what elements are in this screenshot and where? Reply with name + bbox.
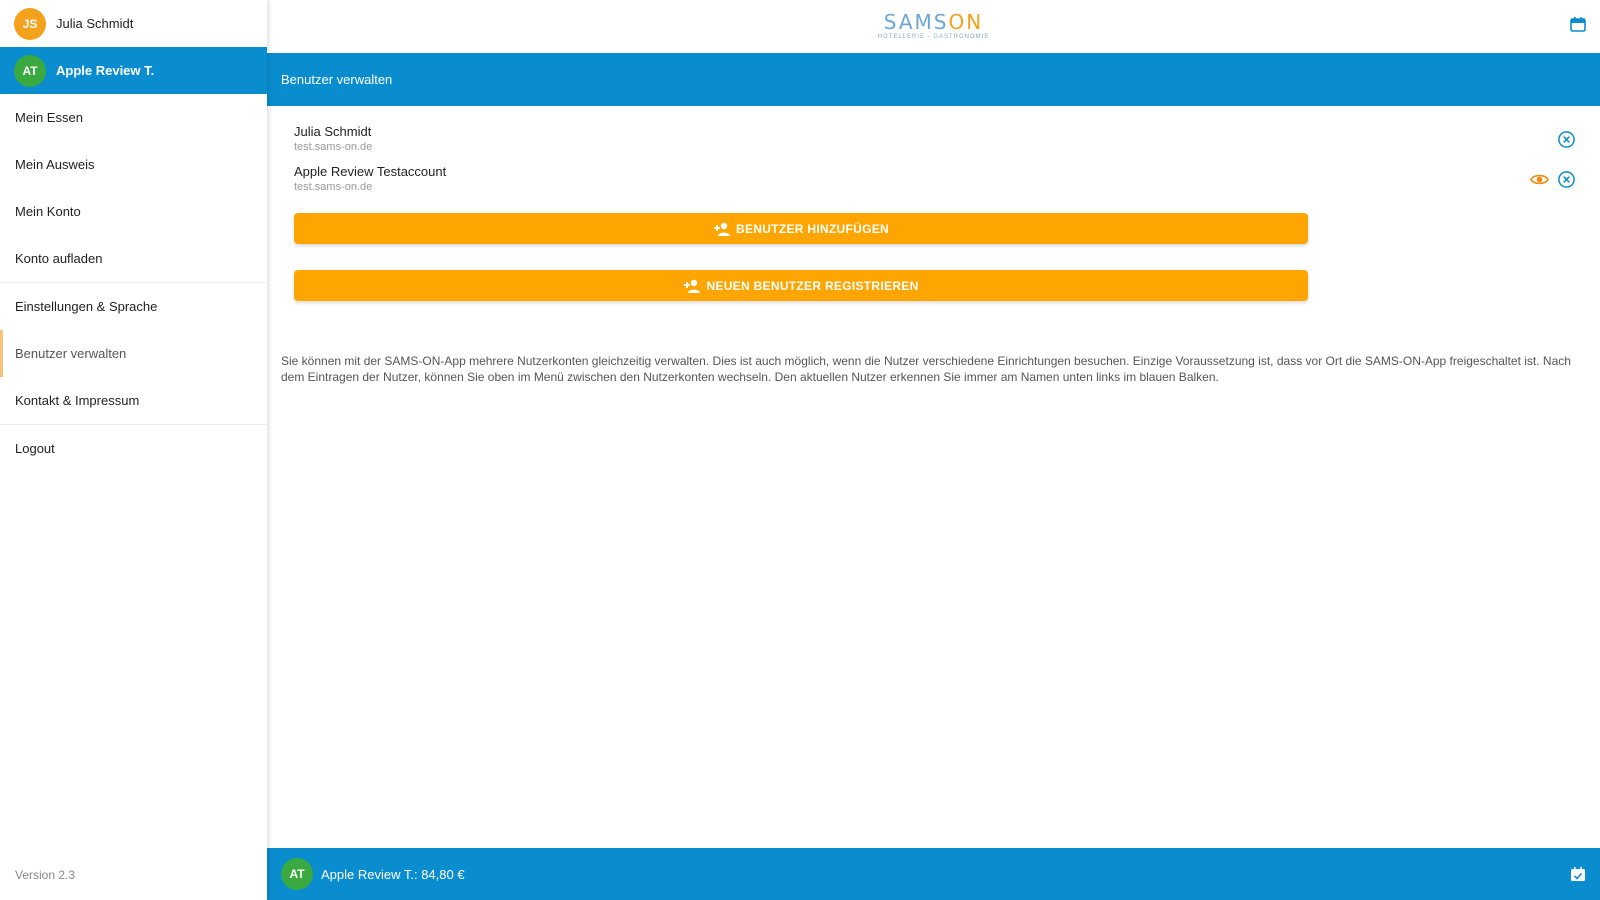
version-label: Version 2.3 bbox=[15, 868, 76, 882]
register-user-button[interactable]: NEUEN BENUTZER REGISTRIEREN bbox=[294, 270, 1308, 301]
bottom-bar: AT Apple Review T.: 84,80 € bbox=[267, 848, 1600, 900]
menu-item-logout[interactable]: Logout bbox=[0, 425, 267, 472]
avatar: AT bbox=[14, 54, 46, 87]
add-user-button[interactable]: BENUTZER HINZUFÜGEN bbox=[294, 213, 1308, 244]
menu-item-einstellungen[interactable]: Einstellungen & Sprache bbox=[0, 283, 267, 330]
add-user-label: BENUTZER HINZUFÜGEN bbox=[735, 221, 890, 236]
add-user-icon bbox=[713, 222, 730, 236]
sidebar: JS Julia Schmidt AT Apple Review T. Mein… bbox=[0, 0, 267, 900]
balance-label: Apple Review T.: 84,80 € bbox=[321, 866, 465, 882]
main-content: Julia Schmidt test.sams-on.de Apple Revi… bbox=[267, 106, 1600, 848]
avatar: AT bbox=[281, 858, 313, 890]
menu-item-mein-konto[interactable]: Mein Konto bbox=[0, 188, 267, 235]
account-name: Apple Review T. bbox=[56, 63, 155, 78]
account-switch-apple-review[interactable]: AT Apple Review T. bbox=[0, 47, 267, 94]
register-user-label: NEUEN BENUTZER REGISTRIEREN bbox=[706, 278, 919, 293]
page-title-bar: Benutzer verwalten bbox=[267, 53, 1600, 106]
user-row: Apple Review Testaccount test.sams-on.de bbox=[294, 164, 1576, 202]
user-name: Julia Schmidt bbox=[294, 124, 372, 139]
logo-text-on: ON bbox=[948, 10, 984, 34]
add-user-icon bbox=[684, 279, 701, 293]
eye-icon[interactable] bbox=[1530, 170, 1549, 189]
logo-text-sams: SAMS bbox=[883, 10, 949, 34]
menu-item-mein-essen[interactable]: Mein Essen bbox=[0, 94, 267, 141]
user-name: Apple Review Testaccount bbox=[294, 164, 447, 179]
account-name: Julia Schmidt bbox=[56, 16, 134, 31]
page-title: Benutzer verwalten bbox=[281, 72, 393, 87]
menu-item-benutzer-verwalten[interactable]: Benutzer verwalten bbox=[0, 330, 267, 377]
menu-item-kontakt-impressum[interactable]: Kontakt & Impressum bbox=[0, 377, 267, 424]
logo-subtitle: HOTELLERIE - GASTRONOMIE bbox=[877, 34, 990, 40]
top-bar: SAMSON HOTELLERIE - GASTRONOMIE bbox=[267, 0, 1600, 53]
remove-user-icon[interactable] bbox=[1557, 170, 1576, 189]
avatar: JS bbox=[14, 7, 46, 40]
app-logo: SAMSON HOTELLERIE - GASTRONOMIE bbox=[878, 10, 990, 40]
menu-item-konto-aufladen[interactable]: Konto aufladen bbox=[0, 235, 267, 282]
user-email: test.sams-on.de bbox=[294, 141, 373, 153]
remove-user-icon[interactable] bbox=[1557, 130, 1576, 149]
calendar-icon[interactable] bbox=[1570, 16, 1586, 32]
menu-item-mein-ausweis[interactable]: Mein Ausweis bbox=[0, 141, 267, 188]
user-email: test.sams-on.de bbox=[294, 181, 373, 193]
user-row: Julia Schmidt test.sams-on.de bbox=[294, 124, 1576, 162]
calendar-check-icon[interactable] bbox=[1570, 866, 1586, 882]
info-text: Sie können mit der SAMS-ON-App mehrere N… bbox=[281, 354, 1571, 384]
account-switch-julia[interactable]: JS Julia Schmidt bbox=[0, 0, 267, 47]
